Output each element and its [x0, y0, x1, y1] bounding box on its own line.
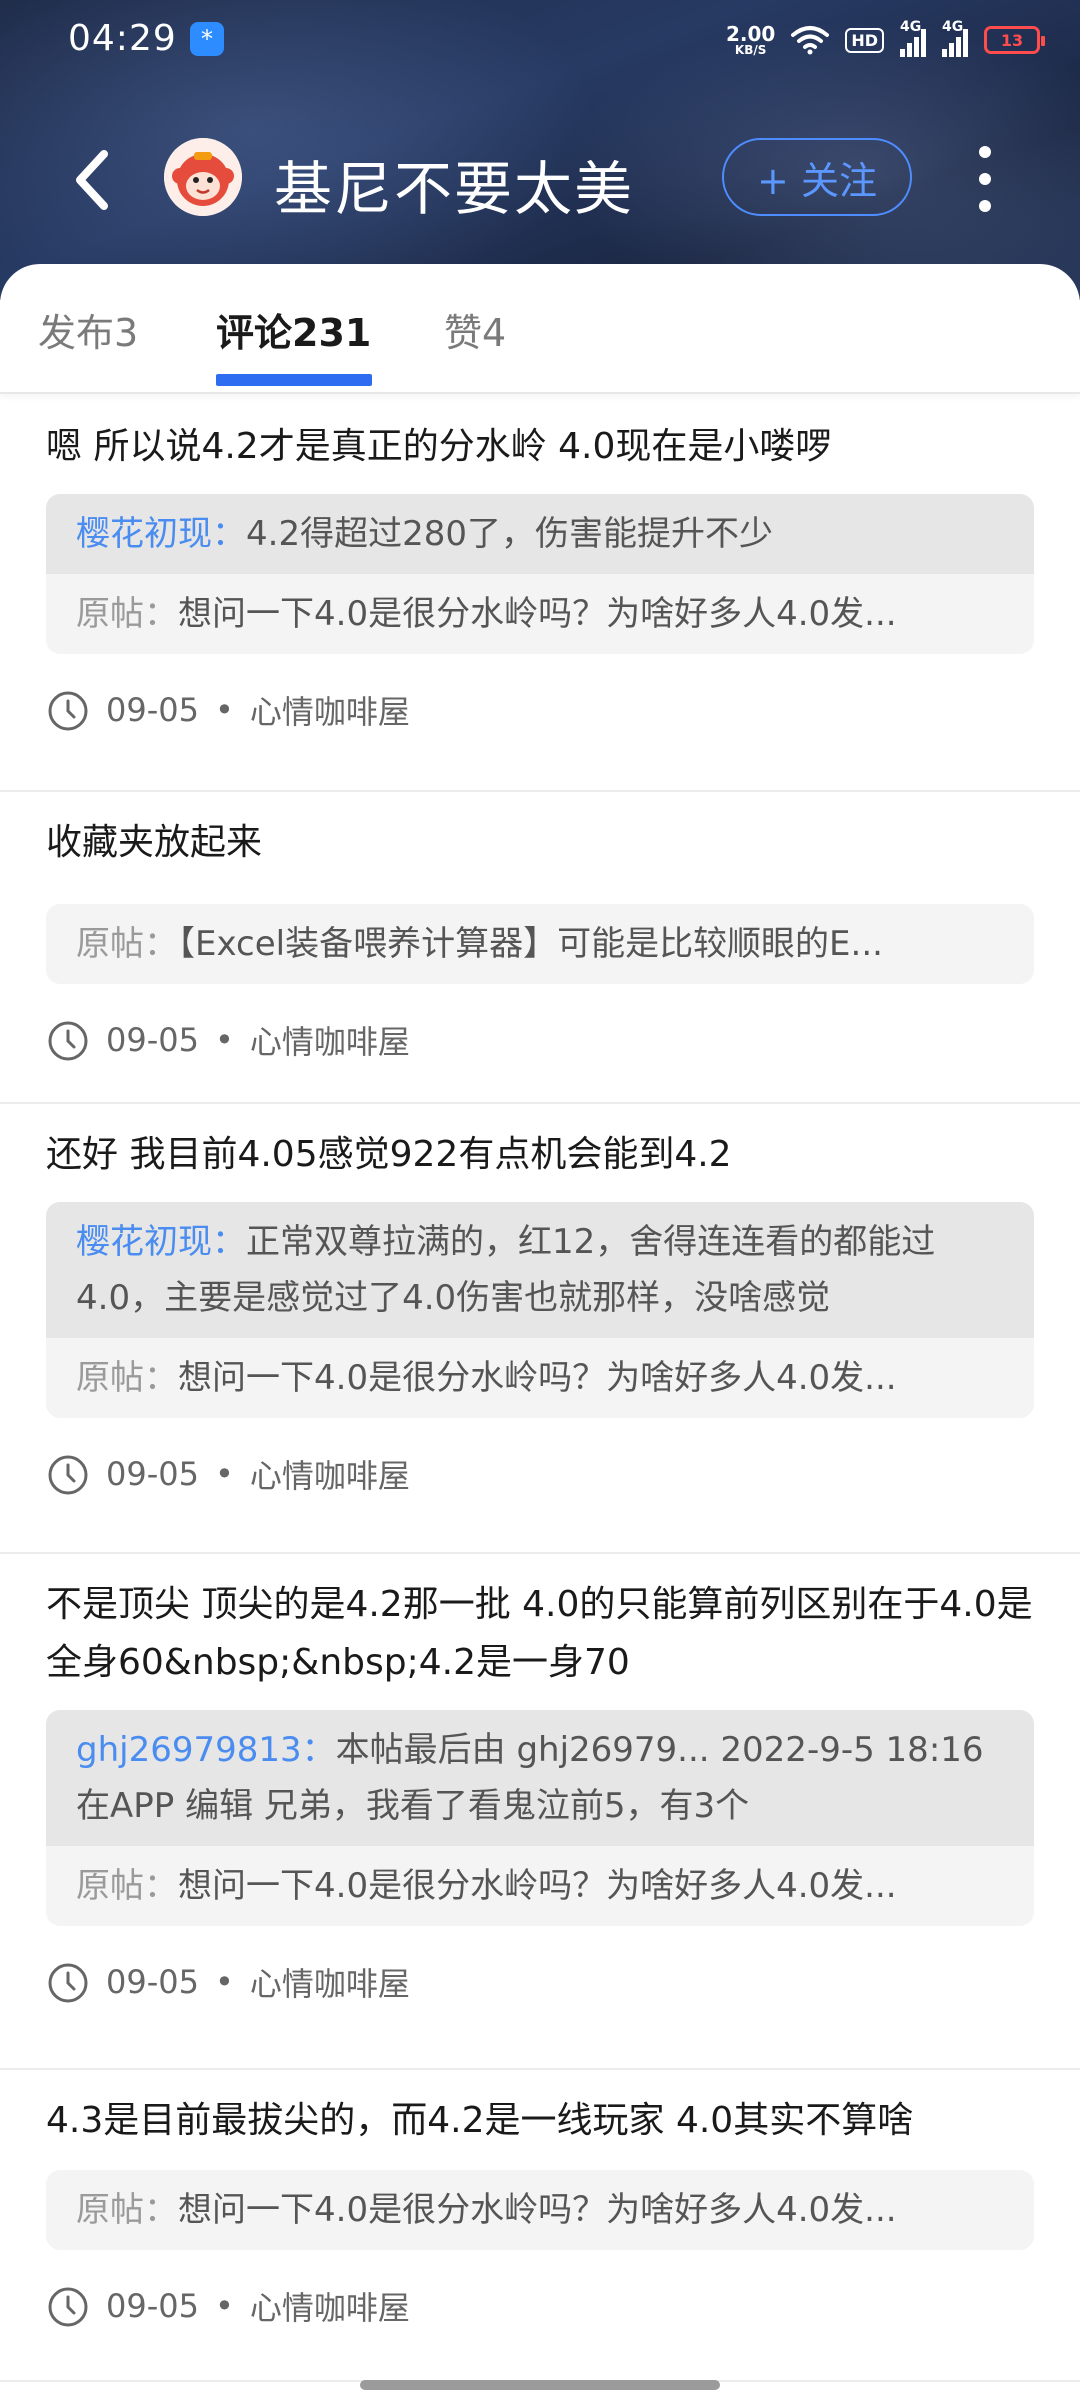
list-item[interactable]: 4.3是目前最拔尖的，而4.2是一线玩家 4.0其实不算啥 原帖：想问一下4.0… [0, 2070, 1080, 2382]
original-post-title: 想问一下4.0是很分水岭吗？为啥好多人4.0发... [178, 2190, 897, 2230]
clock-icon [48, 1021, 88, 1061]
back-arrow-icon[interactable] [64, 144, 120, 216]
network-speed-unit: KB/S [734, 43, 767, 57]
clock-icon [48, 2287, 88, 2327]
signal-icon-1: 4G [900, 19, 926, 57]
meta-separator: • [214, 1963, 234, 2001]
signal-icon-2: 4G [942, 19, 968, 57]
comment-text: 还好 我目前4.05感觉922有点机会能到4.2 [46, 1134, 732, 1175]
meta-separator: • [214, 1455, 234, 1493]
profile-user-name: 基尼不要太美 [274, 155, 635, 223]
reply-user-link[interactable]: 樱花初现： [76, 514, 246, 554]
comment-text: 4.3是目前最拔尖的，而4.2是一线玩家 4.0其实不算啥 [46, 2100, 914, 2141]
status-indicators: 2.00 KB/S HD 4G 4G 13 [726, 18, 1045, 62]
battery-icon: 13 [984, 26, 1045, 54]
board-name[interactable]: 心情咖啡屋 [250, 2283, 410, 2329]
comment-list: 嗯 所以说4.2才是真正的分水岭 4.0现在是小喽啰 樱花初现：4.2得超过28… [0, 396, 1080, 2382]
original-post-label: 原帖： [76, 2190, 178, 2230]
original-post-title: 想问一下4.0是很分水岭吗？为啥好多人4.0发... [178, 594, 897, 634]
comment-date: 09-05 [106, 1021, 199, 1059]
original-post: 原帖：想问一下4.0是很分水岭吗？为啥好多人4.0发... [46, 1338, 1034, 1418]
quoted-reply: ghj26979813：本帖最后由 ghj26979... 2022-9-5 1… [46, 1710, 1034, 1846]
quoted-reply: 樱花初现：正常双尊拉满的，红12，舍得连连看的都能过4.0，主要是感觉过了4.0… [46, 1202, 1034, 1338]
hd-voice-icon: HD [845, 27, 884, 53]
clock-icon [48, 1455, 88, 1495]
original-post: 原帖：想问一下4.0是很分水岭吗？为啥好多人4.0发... [46, 2170, 1034, 2250]
board-name[interactable]: 心情咖啡屋 [250, 687, 410, 733]
comment-text: 不是顶尖 顶尖的是4.2那一批 4.0的只能算前列区别在于4.0是全身60&nb… [46, 1584, 1033, 1683]
comment-date: 09-05 [106, 1455, 199, 1493]
status-bar: 04:29 * 2.00 KB/S HD 4G 4G 13 [0, 0, 1080, 80]
app-notification-icon: * [190, 22, 224, 56]
original-post-label: 原帖： [76, 1358, 178, 1398]
original-post: 原帖：想问一下4.0是很分水岭吗？为啥好多人4.0发... [46, 574, 1034, 654]
quoted-post[interactable]: 原帖：【Excel装备喂养计算器】可能是比较顺眼的E... [46, 904, 1034, 984]
comment-meta: 09-05 • 心情咖啡屋 [46, 682, 1034, 738]
reply-user-link[interactable]: 樱花初现： [76, 1222, 246, 1262]
tab-likes[interactable]: 赞4 [444, 302, 506, 357]
meta-separator: • [214, 691, 234, 729]
reply-text: 4.2得超过280了，伤害能提升不少 [246, 514, 773, 554]
original-post-label: 原帖： [76, 1866, 178, 1906]
home-gesture-bar[interactable] [360, 2380, 720, 2390]
comment-date: 09-05 [106, 691, 199, 729]
profile-content-panel: 发布3 评论231 赞4 嗯 所以说4.2才是真正的分水岭 4.0现在是小喽啰 … [0, 264, 1080, 2400]
reply-user-link[interactable]: ghj26979813： [76, 1730, 336, 1770]
comment-text: 嗯 所以说4.2才是真正的分水岭 4.0现在是小喽啰 [46, 426, 832, 467]
list-item[interactable]: 收藏夹放起来 原帖：【Excel装备喂养计算器】可能是比较顺眼的E... 09-… [0, 792, 1080, 1104]
comment-meta: 09-05 • 心情咖啡屋 [46, 1446, 1034, 1502]
list-item[interactable]: 不是顶尖 顶尖的是4.2那一批 4.0的只能算前列区别在于4.0是全身60&nb… [0, 1554, 1080, 2070]
quoted-post[interactable]: 樱花初现：正常双尊拉满的，红12，舍得连连看的都能过4.0，主要是感觉过了4.0… [46, 1202, 1034, 1418]
original-post-title: 【Excel装备喂养计算器】可能是比较顺眼的E... [178, 924, 883, 964]
avatar[interactable] [164, 138, 242, 216]
comment-date: 09-05 [106, 1963, 199, 2001]
clock-icon [48, 691, 88, 731]
title-bar: 基尼不要太美 + 关注 [0, 120, 1080, 240]
active-tab-indicator [216, 374, 372, 386]
comment-meta: 09-05 • 心情咖啡屋 [46, 2278, 1034, 2334]
network-speed-value: 2.00 [725, 22, 776, 46]
wifi-icon [791, 26, 830, 55]
network-speed: 2.00 KB/S [726, 24, 775, 56]
original-post-title: 想问一下4.0是很分水岭吗？为啥好多人4.0发... [178, 1866, 897, 1906]
comment-text: 收藏夹放起来 [46, 822, 263, 863]
more-options-icon[interactable] [970, 146, 1000, 212]
list-item[interactable]: 嗯 所以说4.2才是真正的分水岭 4.0现在是小喽啰 樱花初现：4.2得超过28… [0, 396, 1080, 792]
quoted-post[interactable]: 樱花初现：4.2得超过280了，伤害能提升不少 原帖：想问一下4.0是很分水岭吗… [46, 494, 1034, 654]
original-post: 原帖：【Excel装备喂养计算器】可能是比较顺眼的E... [46, 904, 1034, 984]
quoted-post[interactable]: ghj26979813：本帖最后由 ghj26979... 2022-9-5 1… [46, 1710, 1034, 1926]
comment-meta: 09-05 • 心情咖啡屋 [46, 1012, 1034, 1068]
original-post-label: 原帖： [76, 594, 178, 634]
profile-tabs: 发布3 评论231 赞4 [0, 264, 1080, 394]
board-name[interactable]: 心情咖啡屋 [250, 1451, 410, 1497]
comment-meta: 09-05 • 心情咖啡屋 [46, 1954, 1034, 2010]
battery-level: 13 [1000, 30, 1024, 50]
comment-date: 09-05 [106, 2287, 199, 2325]
meta-separator: • [214, 2287, 234, 2325]
meta-separator: • [214, 1021, 234, 1059]
original-post: 原帖：想问一下4.0是很分水岭吗？为啥好多人4.0发... [46, 1846, 1034, 1926]
status-time: 04:29 [68, 18, 177, 59]
monkey-avatar-icon [164, 138, 242, 216]
quoted-reply: 樱花初现：4.2得超过280了，伤害能提升不少 [46, 494, 1034, 574]
board-name[interactable]: 心情咖啡屋 [250, 1959, 410, 2005]
original-post-label: 原帖： [76, 924, 178, 964]
tab-comments[interactable]: 评论231 [216, 302, 371, 357]
list-item[interactable]: 还好 我目前4.05感觉922有点机会能到4.2 樱花初现：正常双尊拉满的，红1… [0, 1104, 1080, 1554]
tab-posts[interactable]: 发布3 [38, 302, 138, 357]
quoted-post[interactable]: 原帖：想问一下4.0是很分水岭吗？为啥好多人4.0发... [46, 2170, 1034, 2250]
board-name[interactable]: 心情咖啡屋 [250, 1017, 410, 1063]
follow-button[interactable]: + 关注 [722, 138, 912, 216]
clock-icon [48, 1963, 88, 2003]
original-post-title: 想问一下4.0是很分水岭吗？为啥好多人4.0发... [178, 1358, 897, 1398]
